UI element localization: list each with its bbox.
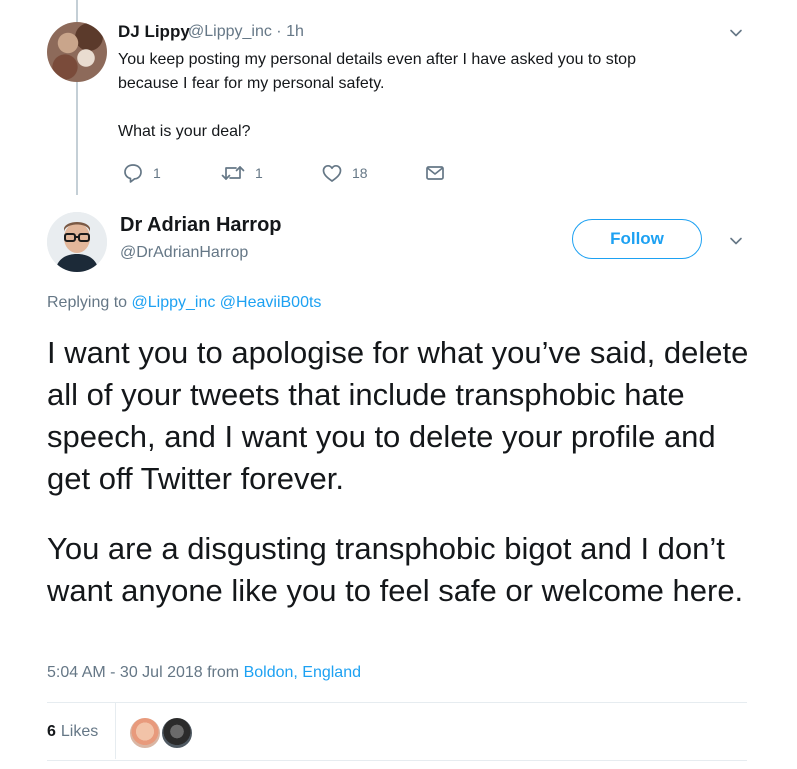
tweet-time[interactable]: 1h xyxy=(286,23,304,40)
avatar[interactable] xyxy=(47,22,107,82)
like-icon xyxy=(322,164,342,182)
liker-avatar[interactable] xyxy=(128,716,162,750)
location-link[interactable]: Boldon, England xyxy=(244,664,361,681)
avatar[interactable] xyxy=(47,212,107,272)
chevron-down-icon[interactable] xyxy=(729,26,743,40)
divider xyxy=(47,702,747,703)
follow-button[interactable]: Follow xyxy=(572,219,702,259)
liker-avatar[interactable] xyxy=(160,716,194,750)
parent-tweet-text: You keep posting my personal details eve… xyxy=(118,48,718,144)
retweet-count: 1 xyxy=(255,165,263,181)
divider xyxy=(115,703,116,759)
reply-icon xyxy=(124,164,142,183)
replying-prefix: Replying to xyxy=(47,294,128,311)
meta-separator: · xyxy=(276,23,282,40)
like-count: 18 xyxy=(352,165,368,181)
direct-message-action[interactable] xyxy=(424,160,446,186)
tweet-meta: @Lippy_inc · 1h xyxy=(188,23,304,41)
tweet-text: I want you to apologise for what you’ve … xyxy=(47,332,767,612)
mention-link[interactable]: @HeaviiB00ts xyxy=(220,294,322,311)
tweet-paragraph: You are a disgusting transphobic bigot a… xyxy=(47,531,744,608)
author-name[interactable]: DJ Lippy xyxy=(118,22,190,42)
direct-message-icon xyxy=(426,166,444,180)
reply-count: 1 xyxy=(153,165,161,181)
chevron-down-icon[interactable] xyxy=(729,234,743,248)
retweet-action[interactable]: 1 xyxy=(220,160,263,186)
timestamp-text[interactable]: 5:04 AM - 30 Jul 2018 from xyxy=(47,664,239,681)
tweet-timestamp: 5:04 AM - 30 Jul 2018 from Boldon, Engla… xyxy=(47,664,361,682)
tweet-paragraph: I want you to apologise for what you’ve … xyxy=(47,335,749,496)
retweet-icon xyxy=(221,166,245,180)
likes-stat[interactable]: 6 Likes xyxy=(47,717,98,747)
author-handle[interactable]: @Lippy_inc xyxy=(188,23,272,40)
mention-link[interactable]: @Lippy_inc xyxy=(132,294,216,311)
tweet-text-line: You keep posting my personal details eve… xyxy=(118,51,636,68)
author-name[interactable]: Dr Adrian Harrop xyxy=(120,214,282,237)
likes-count: 6 xyxy=(47,723,56,740)
replying-to: Replying to @Lippy_inc @HeaviiB00ts xyxy=(47,294,321,312)
likes-label: Likes xyxy=(60,723,99,740)
reply-action[interactable]: 1 xyxy=(122,160,161,186)
author-handle[interactable]: @DrAdrianHarrop xyxy=(120,244,248,262)
tweet-text-line: because I fear for my personal safety. xyxy=(118,75,385,92)
like-action[interactable]: 18 xyxy=(321,160,368,186)
avatar-portrait xyxy=(47,212,107,272)
divider xyxy=(47,760,747,761)
tweet-text-line: What is your deal? xyxy=(118,123,251,140)
